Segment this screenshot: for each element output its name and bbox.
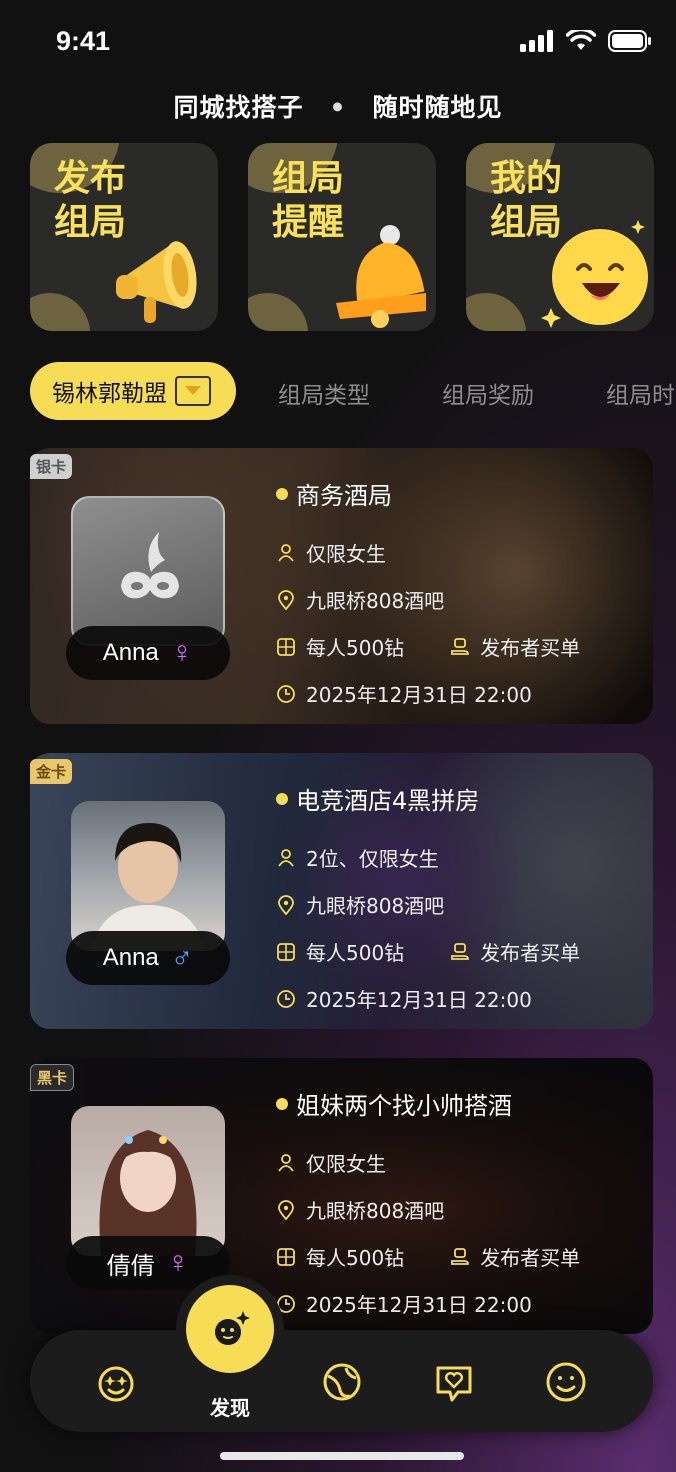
bottom-tab-bar: [30, 1330, 653, 1432]
tagline-left: 同城找搭子: [173, 93, 304, 122]
event-title: 商务酒局: [276, 476, 580, 511]
event-card[interactable]: Anna ♂ 电竞酒店4黑拼房 2位、仅限女生 九眼桥808酒吧 每人500钻 …: [30, 753, 653, 1029]
dropdown-icon: [175, 376, 211, 406]
host-name-pill: Anna ♂: [66, 931, 230, 985]
pay-hand-icon: [451, 942, 470, 960]
clock-icon: [277, 1294, 295, 1313]
bell-icon: [336, 225, 426, 328]
time-row: 2025年12月31日 22:00: [276, 670, 580, 717]
event-card[interactable]: Anna ♀ 商务酒局 仅限女生 九眼桥808酒吧 每人500钻 发布者买单 2…: [30, 448, 653, 724]
card-level-badge: 银卡: [30, 454, 73, 479]
avatar[interactable]: [71, 1106, 225, 1256]
location-icon: [278, 589, 294, 610]
wifi-icon: [566, 30, 596, 50]
filter-tabs: 锡林郭勒盟 组局类型 组局奖励 组局时: [30, 362, 676, 420]
discover-icon: [215, 1311, 250, 1345]
host-name: 倩倩: [106, 1252, 155, 1280]
event-title: 电竞酒店4黑拼房: [276, 781, 580, 816]
tab-reward[interactable]: 组局奖励: [442, 376, 534, 410]
status-time: 9:41: [56, 26, 111, 56]
location-row: 九眼桥808酒吧: [276, 1186, 580, 1233]
discover-button[interactable]: [186, 1285, 274, 1373]
person-icon: [278, 848, 294, 867]
price-row: 每人500钻 发布者买单: [276, 623, 580, 670]
location-icon: [278, 1199, 294, 1220]
smile-face-icon: [541, 220, 648, 328]
location-row: 九眼桥808酒吧: [276, 576, 580, 623]
smile-icon[interactable]: [544, 1360, 588, 1404]
feature-card-publish[interactable]: 发布组局: [30, 143, 218, 331]
mask-icon: [121, 532, 179, 599]
card-level-badge: 金卡: [30, 759, 73, 784]
feature-card-mine[interactable]: 我的组局: [466, 143, 654, 331]
clock-icon: [277, 684, 295, 703]
female-icon: ♀: [170, 636, 194, 669]
gift-icon: [277, 637, 295, 656]
card-level-badge: 黑卡: [30, 1064, 75, 1091]
event-info: 姐妹两个找小帅搭酒 仅限女生 九眼桥808酒吧 每人500钻 发布者买单 202…: [276, 1086, 580, 1327]
host-name: Anna: [102, 944, 159, 971]
megaphone-icon: [116, 241, 197, 323]
tagline-right: 随时随地见: [372, 93, 503, 122]
time-row: 2025年12月31日 22:00: [276, 975, 580, 1022]
price-row: 每人500钻 发布者买单: [276, 928, 580, 975]
tab-time[interactable]: 组局时: [606, 376, 675, 410]
tab-city[interactable]: 锡林郭勒盟: [30, 362, 236, 420]
location-row: 九眼桥808酒吧: [276, 881, 580, 928]
price-row: 每人500钻 发布者买单: [276, 1233, 580, 1280]
status-bar: 9:41: [0, 0, 676, 80]
requirement-row: 仅限女生: [276, 529, 580, 576]
star-face-icon[interactable]: [94, 1360, 138, 1404]
person-icon: [278, 1153, 294, 1172]
location-icon: [278, 894, 294, 915]
feature-card-reminder[interactable]: 组局提醒: [248, 143, 436, 331]
planet-icon[interactable]: [320, 1360, 364, 1404]
event-info: 电竞酒店4黑拼房 2位、仅限女生 九眼桥808酒吧 每人500钻 发布者买单 2…: [276, 781, 580, 1022]
clock-icon: [277, 989, 295, 1008]
status-icons: [520, 30, 652, 52]
home-indicator: [220, 1452, 464, 1460]
avatar[interactable]: [71, 496, 225, 646]
female-icon: ♀: [166, 1246, 190, 1279]
signal-icon: [520, 30, 553, 52]
event-info: 商务酒局 仅限女生 九眼桥808酒吧 每人500钻 发布者买单 2025年12月…: [276, 476, 580, 717]
host-name: Anna: [102, 639, 159, 666]
person-icon: [278, 543, 294, 562]
tagline-dot: •: [329, 93, 347, 122]
host-name-pill: 倩倩 ♀: [66, 1236, 230, 1290]
event-card[interactable]: 倩倩 ♀ 姐妹两个找小帅搭酒 仅限女生 九眼桥808酒吧 每人500钻 发布者买…: [30, 1058, 653, 1334]
pay-hand-icon: [451, 1247, 470, 1265]
user-photo: [99, 1130, 197, 1256]
requirement-row: 2位、仅限女生: [276, 834, 580, 881]
tab-type[interactable]: 组局类型: [278, 376, 370, 410]
heart-chat-icon[interactable]: [432, 1360, 476, 1404]
battery-icon: [608, 30, 651, 52]
avatar[interactable]: [71, 801, 225, 951]
time-row: 2025年12月31日 22:00: [276, 1280, 580, 1327]
tagline: 同城找搭子 • 随时随地见: [0, 88, 676, 124]
male-icon: ♂: [170, 941, 194, 974]
gift-icon: [277, 942, 295, 961]
event-title: 姐妹两个找小帅搭酒: [276, 1086, 580, 1121]
pay-hand-icon: [451, 637, 470, 655]
requirement-row: 仅限女生: [276, 1139, 580, 1186]
user-photo: [91, 823, 205, 951]
gift-icon: [277, 1247, 295, 1266]
host-name-pill: Anna ♀: [66, 626, 230, 680]
tab-city-label: 锡林郭勒盟: [52, 381, 167, 407]
discover-label: 发现: [210, 1396, 250, 1420]
